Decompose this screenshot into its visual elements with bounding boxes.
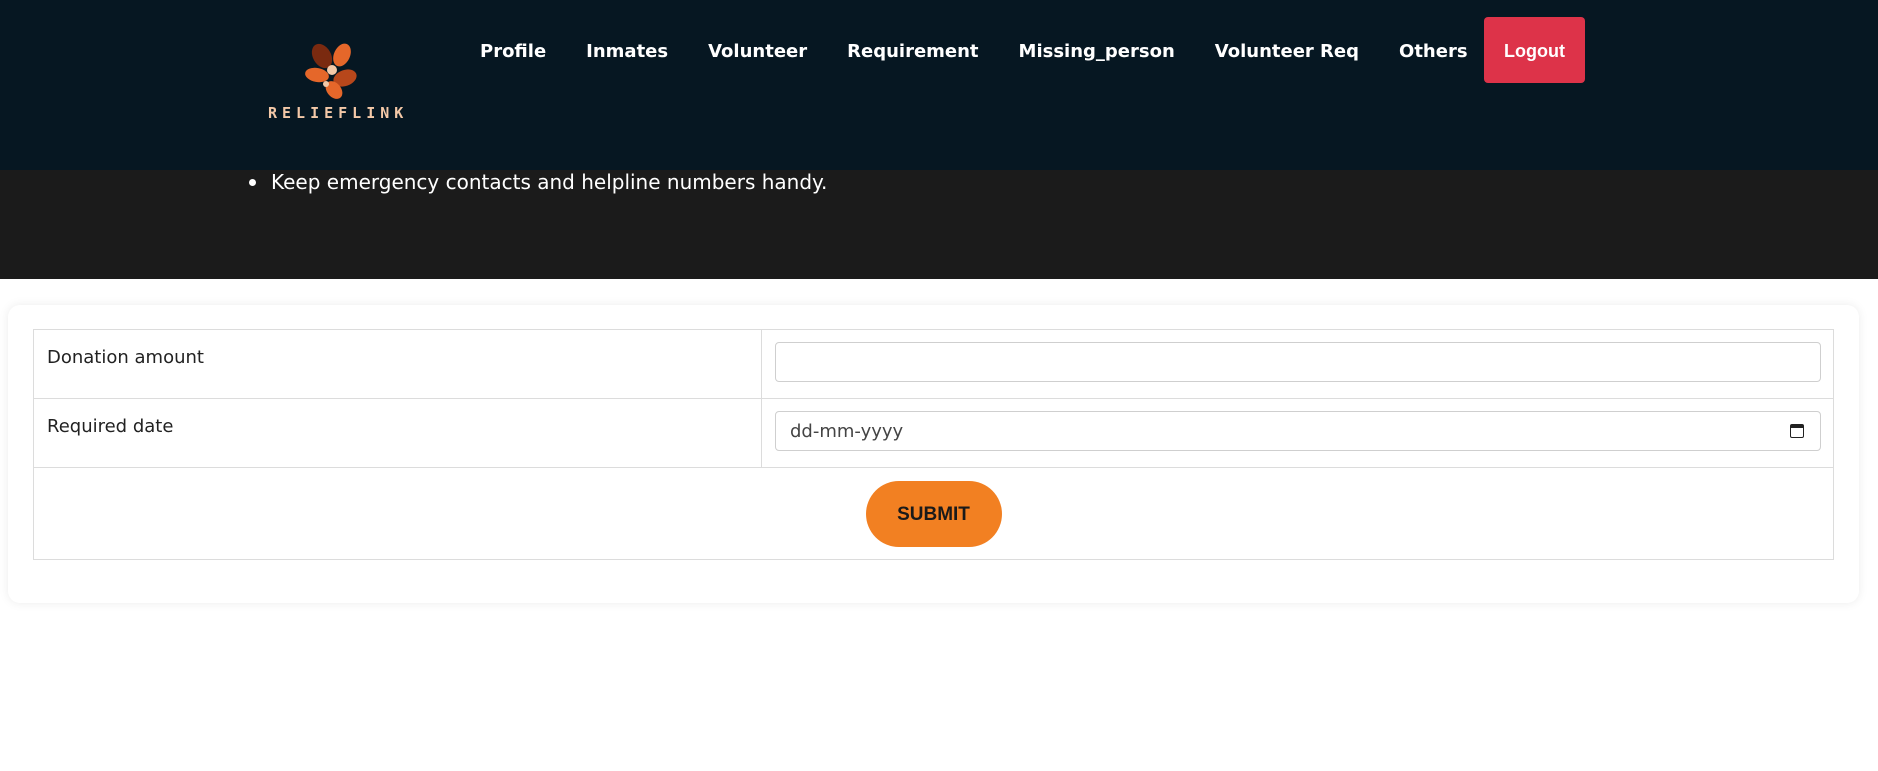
logo-wordmark: RELIEFLINK xyxy=(268,104,409,122)
submit-row: SUBMIT xyxy=(33,467,1834,560)
nav-item-volunteer-req[interactable]: Volunteer Req xyxy=(1215,38,1359,66)
tip-item: Keep emergency contacts and helpline num… xyxy=(248,170,828,194)
date-placeholder: dd-mm-yyyy xyxy=(790,421,904,442)
required-date-label: Required date xyxy=(47,416,174,437)
donation-amount-input[interactable] xyxy=(775,342,1821,382)
nav-item-requirement[interactable]: Requirement xyxy=(847,38,978,66)
logout-button[interactable]: Logout xyxy=(1484,17,1585,83)
donation-row: Donation amount xyxy=(33,329,1834,399)
date-row: Required date dd-mm-yyyy xyxy=(33,398,1834,468)
nav-item-profile[interactable]: Profile xyxy=(480,38,546,66)
nav-item-missing-person[interactable]: Missing_person xyxy=(1019,38,1175,66)
logo-flower-icon xyxy=(305,43,357,99)
nav-item-inmates[interactable]: Inmates xyxy=(586,38,668,66)
relieflink-logo[interactable]: RELIEFLINK xyxy=(268,40,409,130)
nav-item-volunteer[interactable]: Volunteer xyxy=(708,38,807,66)
tips-list: Keep emergency contacts and helpline num… xyxy=(248,170,828,194)
nav-item-others[interactable]: Others xyxy=(1399,38,1468,66)
safety-tips-section: Keep emergency contacts and helpline num… xyxy=(0,170,1878,279)
submit-button[interactable]: SUBMIT xyxy=(865,481,1002,547)
donation-form-table: Donation amount Required date dd-mm-yyyy xyxy=(33,329,1834,560)
donation-amount-label: Donation amount xyxy=(47,347,204,368)
donation-form-card: Donation amount Required date dd-mm-yyyy xyxy=(8,305,1859,603)
main-nav: Profile Inmates Volunteer Requirement Mi… xyxy=(480,38,1508,66)
calendar-icon[interactable] xyxy=(1790,424,1804,438)
required-date-input[interactable]: dd-mm-yyyy xyxy=(775,411,1821,451)
top-navbar: RELIEFLINK Profile Inmates Volunteer Req… xyxy=(0,0,1878,170)
